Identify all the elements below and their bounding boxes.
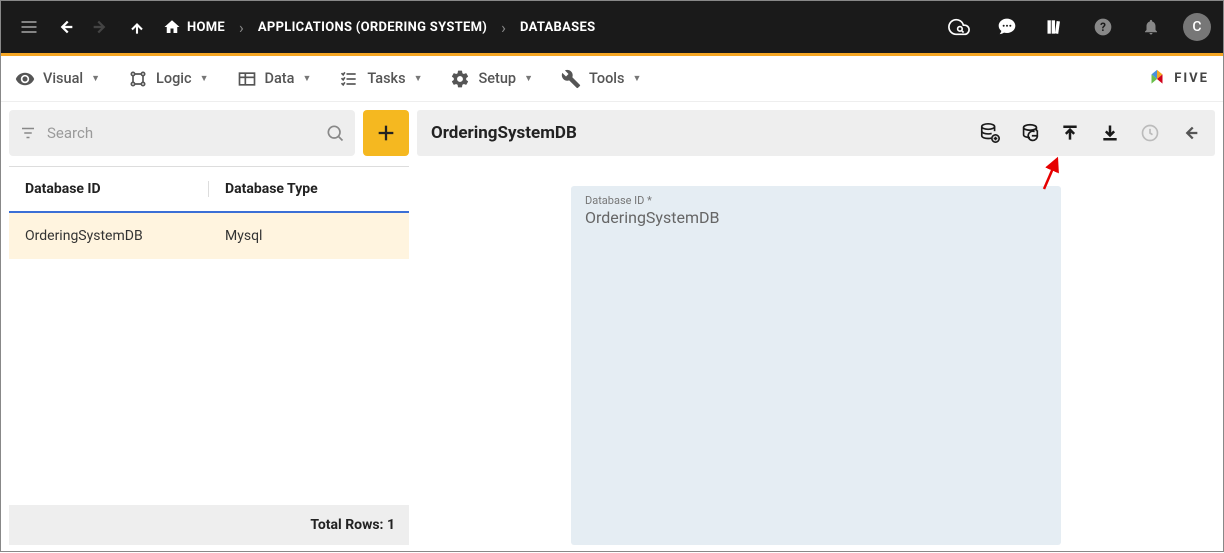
- help-icon[interactable]: ?: [1087, 11, 1119, 43]
- menu-setup[interactable]: Setup ▼: [450, 69, 533, 89]
- table-icon: [237, 69, 257, 89]
- chevron-down-icon: ▼: [414, 73, 423, 84]
- checklist-icon: [339, 69, 359, 89]
- search-row: Search: [9, 110, 409, 156]
- menu-label: Setup: [478, 70, 516, 87]
- home-icon: [163, 18, 181, 36]
- detail-body: Database ID * OrderingSystemDB: [417, 156, 1215, 545]
- main: Search Database ID Database Type Orderin…: [1, 102, 1223, 553]
- detail-panel: OrderingSystemDB: [417, 110, 1215, 545]
- search-icon: [325, 123, 345, 143]
- chevron-down-icon: ▼: [524, 73, 533, 84]
- filter-icon: [19, 124, 37, 142]
- menu-label: Visual: [43, 70, 83, 87]
- menu-data[interactable]: Data ▼: [237, 69, 312, 89]
- total-rows-label: Total Rows: 1: [310, 517, 395, 533]
- menu-logic[interactable]: Logic ▼: [128, 69, 208, 89]
- menubar-left: Visual ▼ Logic ▼ Data ▼ Tasks ▼ Setup ▼ …: [15, 69, 641, 89]
- database-add-icon[interactable]: [979, 122, 1001, 144]
- logo: FIVE: [1146, 68, 1209, 90]
- cell-type: Mysql: [209, 228, 409, 244]
- breadcrumb-label: APPLICATIONS (ORDERING SYSTEM): [258, 20, 487, 35]
- chevron-down-icon: ▼: [302, 73, 311, 84]
- bell-icon[interactable]: [1135, 11, 1167, 43]
- up-button[interactable]: [121, 11, 153, 43]
- forward-button[interactable]: [85, 11, 117, 43]
- menu-visual[interactable]: Visual ▼: [15, 69, 100, 89]
- field-label: Database ID *: [585, 194, 1047, 207]
- breadcrumb-label: DATABASES: [520, 20, 595, 35]
- chevron-down-icon: ▼: [632, 73, 641, 84]
- chat-icon[interactable]: [991, 11, 1023, 43]
- topbar-right: ? C: [943, 11, 1211, 43]
- back-arrow-icon[interactable]: [1179, 122, 1201, 144]
- menu-label: Data: [265, 70, 295, 87]
- eye-icon: [15, 69, 35, 89]
- avatar-letter: C: [1192, 19, 1201, 35]
- menu-tools[interactable]: Tools ▼: [561, 69, 641, 89]
- table-footer: Total Rows: 1: [9, 505, 409, 545]
- table-header: Database ID Database Type: [9, 167, 409, 213]
- chevron-down-icon: ▼: [91, 73, 100, 84]
- topbar-left: HOME › APPLICATIONS (ORDERING SYSTEM) › …: [13, 11, 601, 43]
- topbar: HOME › APPLICATIONS (ORDERING SYSTEM) › …: [1, 1, 1223, 53]
- chevron-right-icon: ›: [497, 18, 510, 37]
- logo-text: FIVE: [1174, 71, 1209, 86]
- svg-text:?: ?: [1100, 20, 1106, 34]
- chevron-down-icon: ▼: [200, 73, 209, 84]
- menubar: Visual ▼ Logic ▼ Data ▼ Tasks ▼ Setup ▼ …: [1, 56, 1223, 102]
- detail-header: OrderingSystemDB: [417, 110, 1215, 156]
- plus-icon: [375, 122, 397, 144]
- cloud-search-icon[interactable]: [943, 11, 975, 43]
- detail-title: OrderingSystemDB: [431, 123, 577, 143]
- search-input[interactable]: Search: [9, 110, 355, 156]
- data-table: Database ID Database Type OrderingSystem…: [9, 166, 409, 545]
- database-id-field[interactable]: Database ID * OrderingSystemDB: [571, 186, 1061, 545]
- download-icon[interactable]: [1099, 122, 1121, 144]
- column-header-type[interactable]: Database Type: [209, 181, 409, 197]
- menu-label: Logic: [156, 70, 192, 87]
- library-icon[interactable]: [1039, 11, 1071, 43]
- cell-id: OrderingSystemDB: [9, 228, 209, 244]
- tools-icon: [561, 69, 581, 89]
- column-header-id[interactable]: Database ID: [9, 181, 209, 197]
- field-value: OrderingSystemDB: [585, 208, 1047, 227]
- gear-icon: [450, 69, 470, 89]
- back-button[interactable]: [49, 11, 81, 43]
- search-placeholder: Search: [47, 124, 325, 142]
- logic-icon: [128, 69, 148, 89]
- menu-tasks[interactable]: Tasks ▼: [339, 69, 422, 89]
- chevron-right-icon: ›: [235, 18, 248, 37]
- logo-icon: [1146, 68, 1168, 90]
- breadcrumb-databases[interactable]: DATABASES: [514, 20, 601, 35]
- breadcrumb-label: HOME: [187, 20, 225, 35]
- detail-actions: [979, 122, 1201, 144]
- breadcrumb-home[interactable]: HOME: [157, 18, 231, 36]
- add-button[interactable]: [363, 110, 409, 156]
- menu-label: Tasks: [367, 70, 405, 87]
- hamburger-icon[interactable]: [13, 11, 45, 43]
- history-icon[interactable]: [1139, 122, 1161, 144]
- menu-label: Tools: [589, 70, 624, 87]
- table-row[interactable]: OrderingSystemDB Mysql: [9, 213, 409, 259]
- avatar[interactable]: C: [1183, 13, 1211, 41]
- upload-icon[interactable]: [1059, 122, 1081, 144]
- refresh-database-icon[interactable]: [1019, 122, 1041, 144]
- breadcrumb-applications[interactable]: APPLICATIONS (ORDERING SYSTEM): [252, 20, 493, 35]
- left-panel: Search Database ID Database Type Orderin…: [9, 110, 409, 545]
